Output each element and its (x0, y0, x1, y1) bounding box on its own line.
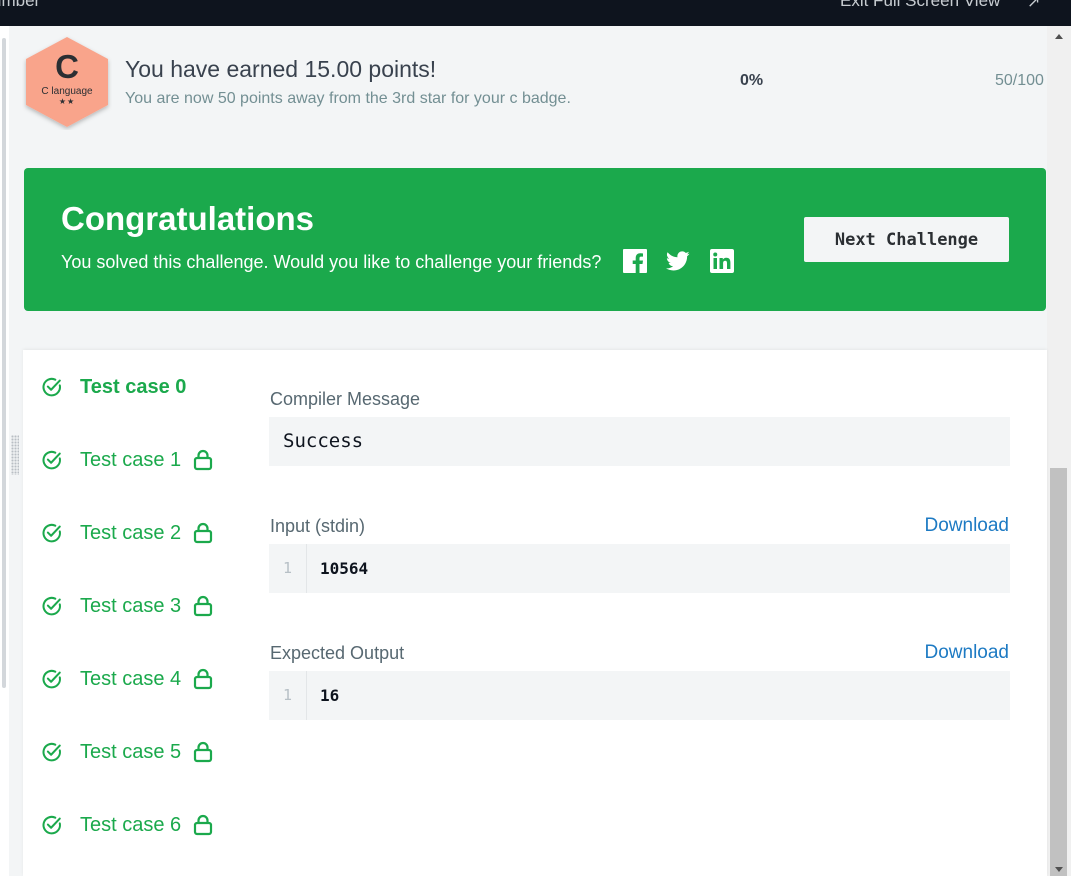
test-case-label: Test case 5 (80, 740, 182, 763)
check-circle-icon (42, 523, 61, 543)
congratulations-banner: Congratulations You solved this challeng… (24, 168, 1046, 311)
c-language-badge: C C language ★★ (22, 34, 112, 130)
points-away-text: You are now 50 points away from the 3rd … (125, 90, 571, 107)
badge-letter: C (55, 48, 79, 85)
test-case-label: Test case 3 (80, 594, 182, 617)
badge-language: C language (41, 86, 93, 97)
test-case-tab-6[interactable]: Test case 6 (41, 810, 213, 840)
test-case-tab-2[interactable]: Test case 2 (41, 518, 213, 548)
lock-icon (194, 595, 213, 617)
expected-output-value: 16 (320, 686, 340, 705)
test-case-tab-1[interactable]: Test case 1 (41, 445, 213, 475)
line-number: 1 (269, 544, 307, 593)
breadcrumb: umber (0, 0, 41, 10)
expected-output-box: 1 16 (269, 671, 1010, 720)
compiler-message-box: Success (269, 417, 1010, 466)
test-case-tab-5[interactable]: Test case 5 (41, 737, 213, 767)
progress-percent: 0% (740, 72, 764, 89)
expected-download-link[interactable]: Download (925, 642, 1010, 664)
check-circle-icon (42, 377, 61, 397)
compiler-message-label: Compiler Message (270, 389, 421, 409)
scroll-up-arrow[interactable] (1055, 34, 1063, 39)
scrollbar-thumb[interactable] (1050, 468, 1067, 876)
linkedin-icon[interactable] (710, 249, 734, 273)
check-circle-icon (42, 596, 61, 616)
input-download-link[interactable]: Download (925, 515, 1010, 537)
challenge-friends-text: You solved this challenge. Would you lik… (61, 252, 602, 272)
test-case-label: Test case 4 (80, 667, 182, 690)
test-case-tab-3[interactable]: Test case 3 (41, 591, 213, 621)
compiler-message-text: Success (283, 430, 364, 452)
input-box: 1 10564 (269, 544, 1010, 593)
input-value: 10564 (320, 559, 369, 578)
test-case-label: Test case 6 (80, 813, 182, 836)
points-earned-heading: You have earned 15.00 points! (125, 56, 437, 82)
vertical-scrollbar[interactable] (1047, 26, 1071, 876)
twitter-icon[interactable] (666, 249, 690, 273)
badge-stars: ★★ (58, 97, 76, 106)
lock-icon (194, 522, 213, 544)
lock-icon (194, 668, 213, 690)
facebook-icon[interactable] (623, 249, 647, 273)
check-circle-icon (42, 450, 61, 470)
lock-icon (194, 449, 213, 471)
test-results-panel: Test case 0 Test case 1 Test case 2 Test ca… (23, 350, 1047, 876)
lock-icon (194, 814, 213, 836)
test-case-label: Test case 2 (80, 521, 182, 544)
resize-handle[interactable] (11, 435, 19, 475)
scroll-down-arrow[interactable] (1055, 867, 1063, 872)
input-label: Input (stdin) (270, 516, 366, 536)
expected-output-label: Expected Output (270, 643, 405, 663)
check-circle-icon (42, 815, 61, 835)
next-challenge-button[interactable]: Next Challenge (804, 217, 1009, 262)
lock-icon (194, 741, 213, 763)
check-circle-icon (42, 669, 61, 689)
left-scrollbar[interactable] (0, 26, 9, 876)
check-circle-icon (42, 742, 61, 762)
progress-value: 50/100 (995, 72, 1044, 89)
test-case-tab-4[interactable]: Test case 4 (41, 664, 213, 694)
test-case-tab-0[interactable]: Test case 0 (41, 372, 186, 402)
congratulations-title: Congratulations (61, 200, 314, 237)
collapse-icon[interactable]: ↗ (1027, 0, 1040, 12)
line-number: 1 (269, 671, 307, 720)
top-bar: umber Exit Full Screen View ↗ (0, 0, 1071, 26)
test-case-label: Test case 0 (80, 375, 187, 398)
test-case-label: Test case 1 (80, 448, 182, 471)
exit-full-screen-link[interactable]: Exit Full Screen View (840, 0, 1000, 11)
